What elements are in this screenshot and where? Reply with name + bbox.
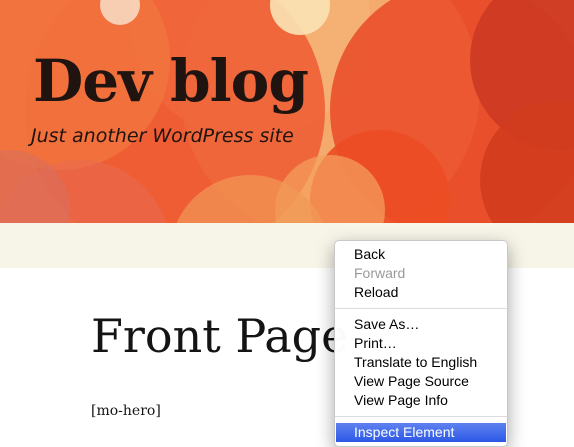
menu-item-print[interactable]: Print… <box>335 334 507 353</box>
menu-item-reload[interactable]: Reload <box>335 283 507 302</box>
menu-item-translate[interactable]: Translate to English <box>335 353 507 372</box>
menu-item-inspect-element[interactable]: Inspect Element <box>336 423 506 442</box>
menu-item-forward: Forward <box>354 265 406 281</box>
site-title[interactable]: Dev blog <box>33 52 309 110</box>
menu-item-save-as[interactable]: Save As… <box>335 315 507 334</box>
page-title: Front Page <box>91 309 349 363</box>
site-tagline: Just another WordPress site <box>31 125 294 147</box>
menu-separator <box>335 416 507 417</box>
page-content: [mo-hero] <box>91 403 161 419</box>
menu-item-back[interactable]: Back <box>335 245 507 264</box>
menu-item-view-source[interactable]: View Page Source <box>335 372 507 391</box>
menu-separator <box>335 308 507 309</box>
context-menu: Back Forward Reload Save As… Print… Tran… <box>334 240 508 447</box>
site-header: Dev blog Just another WordPress site <box>0 0 574 223</box>
menu-item-view-info[interactable]: View Page Info <box>335 391 507 410</box>
browser-page: Dev blog Just another WordPress site Fro… <box>0 0 574 447</box>
